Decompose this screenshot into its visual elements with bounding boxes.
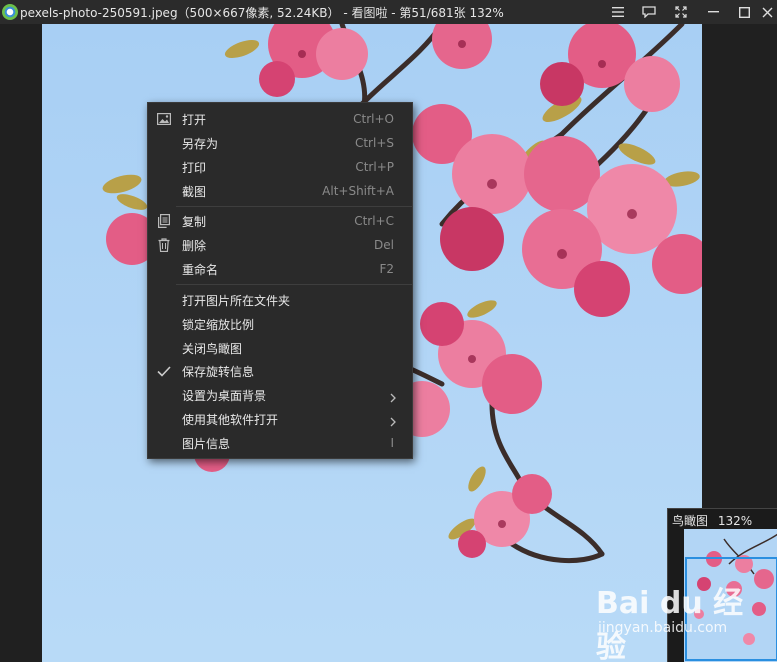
menu-item-open-with[interactable]: 使用其他软件打开 [148,407,412,431]
menu-item-label: 打开图片所在文件夹 [182,293,291,308]
menu-item-lock-zoom[interactable]: 锁定缩放比例 [148,312,412,336]
chevron-right-icon [390,388,396,407]
menu-item-copy[interactable]: 复制 Ctrl+C [148,209,412,233]
menu-item-shortcut: Ctrl+P [355,160,394,174]
menu-item-label: 保存旋转信息 [182,364,255,379]
close-icon[interactable] [756,0,777,24]
menu-item-screenshot[interactable]: 截图 Alt+Shift+A [148,179,412,203]
menu-item-label: 打印 [182,160,207,175]
menu-item-shortcut: Ctrl+O [353,112,394,126]
menu-item-label: 截图 [182,184,207,199]
minimize-icon[interactable] [698,0,728,24]
birdseye-title: 鸟瞰图 132% [672,512,752,529]
menu-item-label: 重命名 [182,262,219,277]
menu-item-open-folder[interactable]: 打开图片所在文件夹 [148,288,412,312]
copy-icon [156,213,172,229]
menu-icon[interactable] [603,0,633,24]
menu-item-label: 打开 [182,112,207,127]
menu-item-label: 图片信息 [182,436,231,451]
title-bar: pexels-photo-250591.jpeg（500×667像素, 52.2… [0,0,777,24]
watermark-url: jingyan.baidu.com [598,620,728,636]
comment-icon[interactable] [634,0,664,24]
menu-item-shortcut: Ctrl+S [354,136,394,150]
baidu-watermark: Bai du 经验 jingyan.baidu.com [596,578,746,662]
menu-item-shortcut: Ctrl+C [354,214,394,228]
image-icon [156,111,172,127]
menu-separator [176,206,412,207]
menu-item-shortcut: Alt+Shift+A [322,184,394,198]
menu-item-shortcut: F2 [379,262,394,276]
birdseye-zoom: 132% [717,514,753,528]
menu-item-label: 复制 [182,214,207,229]
checkmark-icon [156,363,172,379]
menu-item-label: 关闭鸟瞰图 [182,341,243,356]
menu-item-label: 锁定缩放比例 [182,317,255,332]
window-title: pexels-photo-250591.jpeg（500×667像素, 52.2… [20,6,504,20]
chevron-right-icon [390,412,396,431]
menu-item-print[interactable]: 打印 Ctrl+P [148,155,412,179]
menu-item-image-info[interactable]: 图片信息 I [148,431,412,455]
menu-item-close-birdseye[interactable]: 关闭鸟瞰图 [148,336,412,360]
menu-item-shortcut: Del [374,238,394,252]
menu-item-label: 使用其他软件打开 [182,412,279,427]
menu-item-label: 设置为桌面背景 [182,388,267,403]
menu-item-rename[interactable]: 重命名 F2 [148,257,412,281]
menu-item-set-wallpaper[interactable]: 设置为桌面背景 [148,383,412,407]
menu-item-open[interactable]: 打开 Ctrl+O [148,107,412,131]
menu-item-save-as[interactable]: 另存为 Ctrl+S [148,131,412,155]
fullscreen-icon[interactable] [666,0,696,24]
trash-icon [156,237,172,253]
context-menu: 打开 Ctrl+O 另存为 Ctrl+S 打印 Ctrl+P 截图 Alt+Sh… [147,102,413,459]
menu-separator [176,284,412,285]
birdseye-label: 鸟瞰图 [672,514,709,528]
menu-item-label: 另存为 [182,136,219,151]
maximize-icon[interactable] [729,0,759,24]
menu-item-label: 删除 [182,238,207,253]
menu-item-delete[interactable]: 删除 Del [148,233,412,257]
app-logo-icon [2,4,18,20]
menu-item-shortcut: I [390,436,394,450]
menu-item-save-rotation[interactable]: 保存旋转信息 [148,359,412,383]
